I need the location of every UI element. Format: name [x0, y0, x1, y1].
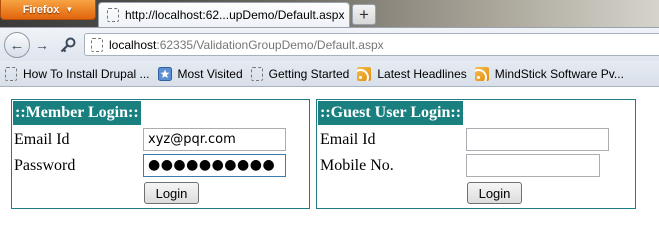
firefox-button-label: Firefox [22, 3, 60, 16]
guest-login-panel: ::Guest User Login:: Email Id Mobile No.… [316, 99, 636, 209]
star-icon [157, 66, 172, 81]
bookmark-mindstick[interactable]: MindStick Software Pv... [474, 66, 624, 81]
rss-icon [357, 66, 372, 81]
member-password-label: Password [14, 157, 76, 174]
guest-login-button[interactable]: Login [467, 182, 522, 204]
member-email-label: Email Id [14, 131, 70, 148]
rss-icon [474, 66, 489, 81]
bookmark-most-visited[interactable]: Most Visited [157, 66, 243, 81]
browser-tab[interactable]: http://localhost:62...upDemo/Default.asp… [98, 2, 350, 27]
member-login-button[interactable]: Login [144, 182, 199, 204]
url-text: localhost:62335/ValidationGroupDemo/Defa… [109, 38, 384, 52]
page-icon [91, 37, 103, 52]
bookmark-label: Most Visited [177, 66, 243, 81]
guest-login-header: ::Guest User Login:: [318, 101, 464, 125]
guest-email-label: Email Id [320, 131, 376, 148]
url-bar[interactable]: localhost:62335/ValidationGroupDemo/Defa… [84, 33, 659, 56]
member-login-header: ::Member Login:: [13, 101, 141, 125]
bookmark-drupal[interactable]: How To Install Drupal ... [5, 66, 150, 81]
page-icon [5, 66, 17, 81]
guest-mobile-label: Mobile No. [320, 157, 394, 174]
page-icon [107, 8, 119, 22]
member-password-input[interactable]: ●●●●●●●●●● [143, 154, 286, 177]
bookmarks-toolbar: How To Install Drupal ... Most Visited G… [0, 61, 659, 87]
firefox-menu-button[interactable]: Firefox ▼ [0, 0, 96, 20]
guest-mobile-input[interactable] [466, 154, 600, 177]
url-path: :62335/ValidationGroupDemo/Default.aspx [156, 37, 384, 52]
url-host: localhost [109, 37, 157, 52]
title-bar: Firefox ▼ http://localhost:62...upDemo/D… [0, 0, 659, 27]
member-email-input[interactable]: xyz@pqr.com [143, 128, 286, 151]
new-tab-button[interactable]: + [352, 4, 376, 25]
forward-button[interactable]: → [31, 35, 53, 55]
guest-email-input[interactable] [466, 128, 609, 151]
bookmark-label: Getting Started [268, 66, 350, 81]
forward-arrow-icon: → [35, 37, 49, 53]
bookmark-label: How To Install Drupal ... [23, 66, 150, 81]
site-identity-button[interactable] [55, 33, 81, 56]
tab-title: http://localhost:62...upDemo/Default.asp… [125, 8, 345, 22]
bookmark-label: Latest Headlines [377, 66, 467, 81]
back-button[interactable]: ← [4, 32, 30, 58]
back-arrow-icon: ← [9, 36, 25, 54]
bookmark-label: MindStick Software Pv... [494, 66, 624, 81]
page-content: ::Member Login:: Email Id xyz@pqr.com Pa… [0, 88, 659, 246]
member-login-panel: ::Member Login:: Email Id xyz@pqr.com Pa… [11, 99, 310, 209]
page-icon [250, 66, 263, 81]
bookmark-getting-started[interactable]: Getting Started [250, 66, 350, 81]
bookmark-latest-headlines[interactable]: Latest Headlines [357, 66, 467, 81]
navigation-bar: ← → localhost:62335/ValidationGroupDemo/… [0, 27, 659, 61]
key-icon [60, 37, 76, 52]
chevron-down-icon: ▼ [65, 5, 74, 14]
